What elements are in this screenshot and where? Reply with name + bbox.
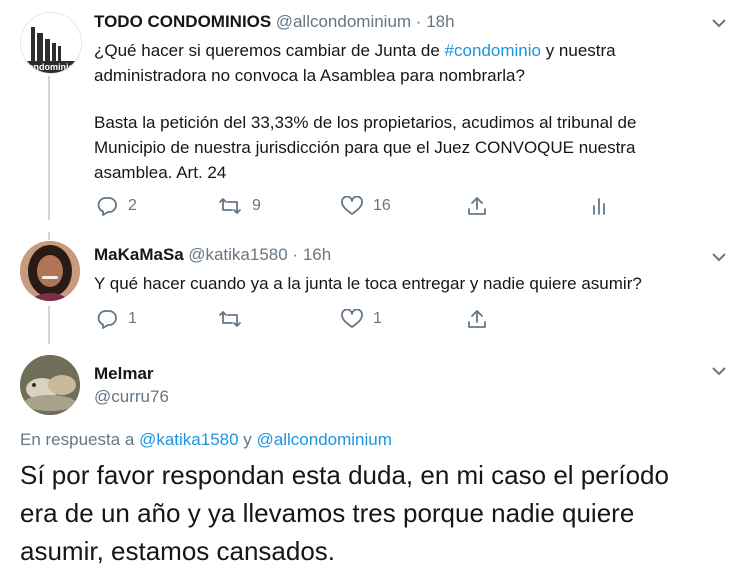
avatar-logo-text: ondominio [28, 62, 74, 72]
user-handle[interactable]: @curru76 [94, 387, 169, 407]
share-icon [468, 310, 486, 328]
analytics-icon [593, 198, 605, 215]
reply-count: 1 [128, 310, 137, 327]
reply-button[interactable]: 1 [96, 309, 137, 329]
retweet-button[interactable] [218, 309, 242, 329]
reply-icon [97, 197, 117, 216]
tweet-text-line: Sí por favor respondan esta duda, en mi … [20, 460, 669, 490]
avatar-makamasa[interactable] [20, 241, 80, 301]
tweet-text-line: Municipio de nuestra jurisdicción para q… [94, 138, 636, 157]
mention-link[interactable]: @katika1580 [139, 430, 239, 449]
reply-icon [97, 310, 117, 329]
display-name[interactable]: MaKaMaSa [94, 245, 184, 264]
tweet-text-line: era de un año y ya llevamos tres porque … [20, 498, 635, 528]
chevron-down-icon[interactable] [710, 16, 728, 30]
timestamp[interactable]: 16h [303, 245, 331, 264]
reply-count: 2 [128, 197, 137, 214]
tweet-header: MaKaMaSa @katika1580 · 16h [94, 245, 331, 265]
cats-photo-icon [20, 355, 80, 415]
thread-line [48, 232, 50, 240]
person-photo-icon [20, 241, 80, 301]
tweet-text-large: Sí por favor respondan esta duda, en mi … [20, 456, 669, 570]
tweet-text-line: Basta la petición del 33,33% de los prop… [94, 113, 637, 132]
tweet-text-line: asumir, estamos cansados. [20, 536, 336, 566]
like-count: 1 [373, 310, 382, 327]
share-button[interactable] [466, 308, 488, 330]
chevron-down-icon[interactable] [710, 364, 728, 378]
timestamp[interactable]: 18h [426, 12, 454, 31]
share-icon [468, 197, 486, 215]
like-button[interactable]: 1 [341, 309, 382, 329]
thread-line [48, 306, 50, 344]
display-name[interactable]: Melmar [94, 364, 154, 384]
retweet-icon [219, 311, 241, 327]
like-icon [341, 309, 363, 328]
retweet-button[interactable]: 9 [218, 196, 261, 216]
retweet-icon [219, 198, 241, 214]
tweet-text-line: administradora no convoca la Asamblea pa… [94, 66, 525, 85]
tweet-text: Y qué hacer cuando ya a la junta le toca… [94, 274, 642, 293]
reply-context: En respuesta a @katika1580 y @allcondomi… [20, 430, 392, 450]
chevron-down-icon[interactable] [710, 250, 728, 264]
share-button[interactable] [466, 195, 488, 217]
separator-dot: · [411, 12, 427, 31]
hashtag-link[interactable]: #condominio [445, 41, 541, 60]
like-count: 16 [373, 197, 391, 214]
avatar-todo-condominios[interactable]: ondominio [20, 12, 82, 74]
reply-button[interactable]: 2 [96, 196, 137, 216]
thread-line [48, 76, 50, 220]
separator-dot: · [287, 245, 303, 264]
tweet-header: TODO CONDOMINIOS @allcondominium · 18h [94, 12, 455, 32]
user-handle[interactable]: @katika1580 [188, 245, 288, 264]
mention-link[interactable]: @allcondominium [257, 430, 392, 449]
tweet-text: ¿Qué hacer si queremos cambiar de Junta … [94, 38, 734, 185]
reply-and: y [238, 430, 257, 449]
tweet-text-part: ¿Qué hacer si queremos cambiar de Junta … [94, 41, 445, 60]
like-icon [341, 196, 363, 215]
user-handle[interactable]: @allcondominium [276, 12, 411, 31]
tweet-text-part: y nuestra [540, 41, 616, 60]
retweet-count: 9 [252, 197, 261, 214]
reply-prefix: En respuesta a [20, 430, 140, 449]
analytics-button[interactable] [590, 196, 608, 216]
like-button[interactable]: 16 [341, 196, 391, 216]
avatar-melmar[interactable] [20, 355, 80, 415]
tweet-text-line: asamblea. Art. 24 [94, 163, 227, 182]
display-name[interactable]: TODO CONDOMINIOS [94, 12, 271, 31]
